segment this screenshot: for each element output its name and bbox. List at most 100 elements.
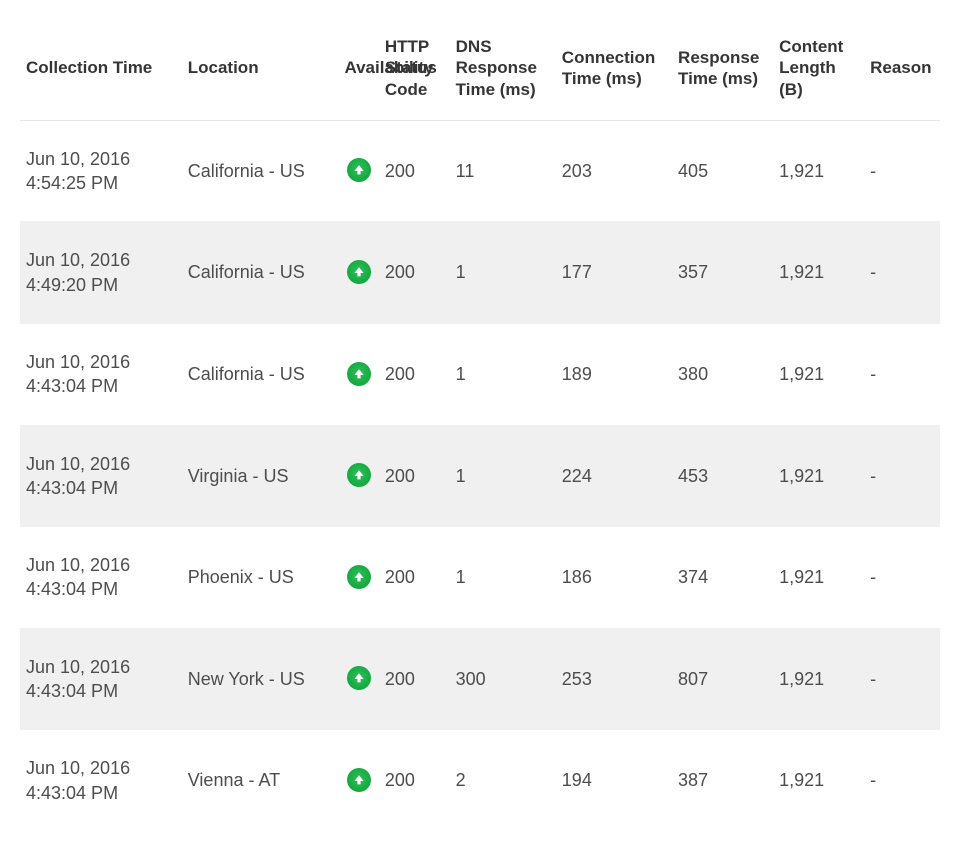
cell-time-line1: Jun 10, 2016 [26, 758, 130, 778]
cell-location: Vienna - AT [182, 730, 339, 831]
col-header-availability[interactable]: Availability [338, 18, 378, 120]
cell-content-len: 1,921 [773, 628, 864, 730]
cell-content-len: 1,921 [773, 730, 864, 831]
cell-conn-time: 194 [556, 730, 672, 831]
cell-time-line1: Jun 10, 2016 [26, 555, 130, 575]
cell-time-line2: 4:43:04 PM [26, 579, 118, 599]
cell-reason: - [864, 628, 940, 730]
monitoring-log-table: Collection Time Location Availability HT… [20, 18, 940, 831]
cell-resp-time: 807 [672, 628, 773, 730]
col-header-location[interactable]: Location [182, 18, 339, 120]
cell-reason: - [864, 323, 940, 425]
table-row[interactable]: Jun 10, 2016 4:43:04 PM Vienna - AT 200 … [20, 730, 940, 831]
col-header-conn-time[interactable]: Connection Time (ms) [556, 18, 672, 120]
cell-time-line2: 4:43:04 PM [26, 783, 118, 803]
availability-up-icon [347, 158, 371, 182]
cell-http-status: 200 [379, 628, 450, 730]
cell-availability [338, 425, 378, 527]
availability-up-icon [347, 565, 371, 589]
cell-dns-time: 1 [450, 425, 556, 527]
cell-collection-time: Jun 10, 2016 4:54:25 PM [20, 120, 182, 222]
cell-time-line1: Jun 10, 2016 [26, 250, 130, 270]
cell-content-len: 1,921 [773, 323, 864, 425]
cell-http-status: 200 [379, 527, 450, 629]
cell-time-line1: Jun 10, 2016 [26, 657, 130, 677]
cell-http-status: 200 [379, 120, 450, 222]
cell-location: New York - US [182, 628, 339, 730]
cell-availability [338, 120, 378, 222]
table-header-row: Collection Time Location Availability HT… [20, 18, 940, 120]
cell-reason: - [864, 425, 940, 527]
cell-time-line1: Jun 10, 2016 [26, 149, 130, 169]
table-row[interactable]: Jun 10, 2016 4:43:04 PM California - US … [20, 323, 940, 425]
col-header-content-len[interactable]: Content Length (B) [773, 18, 864, 120]
table-row[interactable]: Jun 10, 2016 4:54:25 PM California - US … [20, 120, 940, 222]
cell-conn-time: 253 [556, 628, 672, 730]
cell-availability [338, 527, 378, 629]
cell-conn-time: 177 [556, 222, 672, 324]
col-header-dns-time[interactable]: DNS Response Time (ms) [450, 18, 556, 120]
cell-location: California - US [182, 120, 339, 222]
cell-resp-time: 453 [672, 425, 773, 527]
cell-content-len: 1,921 [773, 120, 864, 222]
cell-location: Phoenix - US [182, 527, 339, 629]
cell-collection-time: Jun 10, 2016 4:43:04 PM [20, 425, 182, 527]
cell-conn-time: 203 [556, 120, 672, 222]
cell-collection-time: Jun 10, 2016 4:43:04 PM [20, 527, 182, 629]
cell-availability [338, 730, 378, 831]
col-header-resp-time[interactable]: Response Time (ms) [672, 18, 773, 120]
table-row[interactable]: Jun 10, 2016 4:43:04 PM New York - US 20… [20, 628, 940, 730]
cell-location: Virginia - US [182, 425, 339, 527]
cell-collection-time: Jun 10, 2016 4:43:04 PM [20, 730, 182, 831]
availability-up-icon [347, 362, 371, 386]
cell-time-line2: 4:43:04 PM [26, 376, 118, 396]
cell-time-line2: 4:54:25 PM [26, 173, 118, 193]
cell-resp-time: 374 [672, 527, 773, 629]
col-header-reason[interactable]: Reason [864, 18, 940, 120]
availability-up-icon [347, 260, 371, 284]
table-row[interactable]: Jun 10, 2016 4:43:04 PM Virginia - US 20… [20, 425, 940, 527]
cell-collection-time: Jun 10, 2016 4:43:04 PM [20, 628, 182, 730]
cell-dns-time: 11 [450, 120, 556, 222]
cell-reason: - [864, 222, 940, 324]
cell-reason: - [864, 730, 940, 831]
cell-availability [338, 222, 378, 324]
cell-time-line2: 4:43:04 PM [26, 478, 118, 498]
cell-dns-time: 1 [450, 222, 556, 324]
cell-content-len: 1,921 [773, 527, 864, 629]
cell-location: California - US [182, 222, 339, 324]
table-row[interactable]: Jun 10, 2016 4:49:20 PM California - US … [20, 222, 940, 324]
cell-location: California - US [182, 323, 339, 425]
col-header-collection-time[interactable]: Collection Time [20, 18, 182, 120]
cell-resp-time: 380 [672, 323, 773, 425]
cell-availability [338, 323, 378, 425]
cell-dns-time: 2 [450, 730, 556, 831]
cell-http-status: 200 [379, 425, 450, 527]
table-row[interactable]: Jun 10, 2016 4:43:04 PM Phoenix - US 200… [20, 527, 940, 629]
cell-dns-time: 300 [450, 628, 556, 730]
cell-availability [338, 628, 378, 730]
cell-time-line1: Jun 10, 2016 [26, 352, 130, 372]
cell-resp-time: 357 [672, 222, 773, 324]
col-header-http-status[interactable]: HTTP Status Code [379, 18, 450, 120]
cell-resp-time: 387 [672, 730, 773, 831]
cell-time-line2: 4:43:04 PM [26, 681, 118, 701]
availability-up-icon [347, 666, 371, 690]
cell-reason: - [864, 527, 940, 629]
cell-conn-time: 189 [556, 323, 672, 425]
cell-collection-time: Jun 10, 2016 4:49:20 PM [20, 222, 182, 324]
cell-http-status: 200 [379, 730, 450, 831]
cell-reason: - [864, 120, 940, 222]
cell-dns-time: 1 [450, 527, 556, 629]
cell-time-line1: Jun 10, 2016 [26, 454, 130, 474]
cell-http-status: 200 [379, 222, 450, 324]
cell-resp-time: 405 [672, 120, 773, 222]
cell-dns-time: 1 [450, 323, 556, 425]
cell-http-status: 200 [379, 323, 450, 425]
cell-conn-time: 224 [556, 425, 672, 527]
cell-content-len: 1,921 [773, 425, 864, 527]
cell-collection-time: Jun 10, 2016 4:43:04 PM [20, 323, 182, 425]
availability-up-icon [347, 463, 371, 487]
cell-content-len: 1,921 [773, 222, 864, 324]
cell-conn-time: 186 [556, 527, 672, 629]
